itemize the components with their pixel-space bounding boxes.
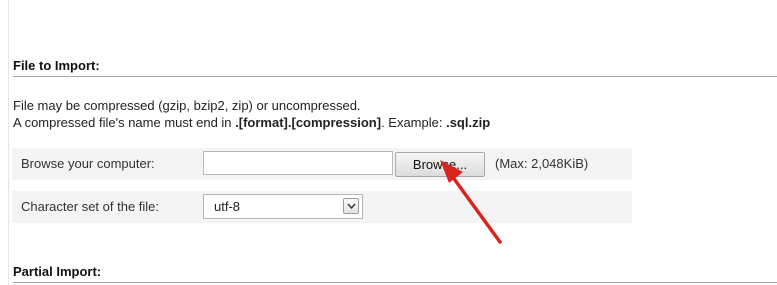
left-divider xyxy=(8,0,9,285)
section-title-file-to-import: File to Import: xyxy=(13,58,777,77)
format-pattern: .[format].[compression] xyxy=(235,115,382,130)
charset-row: Character set of the file: utf-8 xyxy=(12,190,632,223)
description-line-2: A compressed file's name must end in .[f… xyxy=(13,114,490,131)
section-title-partial-import: Partial Import: xyxy=(13,264,777,283)
description-line-1: File may be compressed (gzip, bzip2, zip… xyxy=(13,98,361,113)
description-middle: . Example: xyxy=(381,115,447,130)
max-size-note: (Max: 2,048KiB) xyxy=(495,156,589,171)
chevron-down-icon[interactable] xyxy=(343,198,359,214)
browse-label: Browse your computer: xyxy=(21,156,155,171)
browse-button[interactable]: Browse... xyxy=(395,152,485,177)
description-prefix: A compressed file's name must end in xyxy=(13,115,236,130)
example-extension: .sql.zip xyxy=(446,115,491,130)
browse-row: Browse your computer: Browse... (Max: 2,… xyxy=(12,147,632,180)
charset-selected-value: utf-8 xyxy=(214,199,241,214)
red-arrow-icon xyxy=(440,160,502,244)
file-path-input[interactable] xyxy=(203,151,393,175)
charset-select[interactable]: utf-8 xyxy=(203,194,363,219)
charset-label: Character set of the file: xyxy=(21,199,160,214)
import-description: File may be compressed (gzip, bzip2, zip… xyxy=(13,97,490,131)
